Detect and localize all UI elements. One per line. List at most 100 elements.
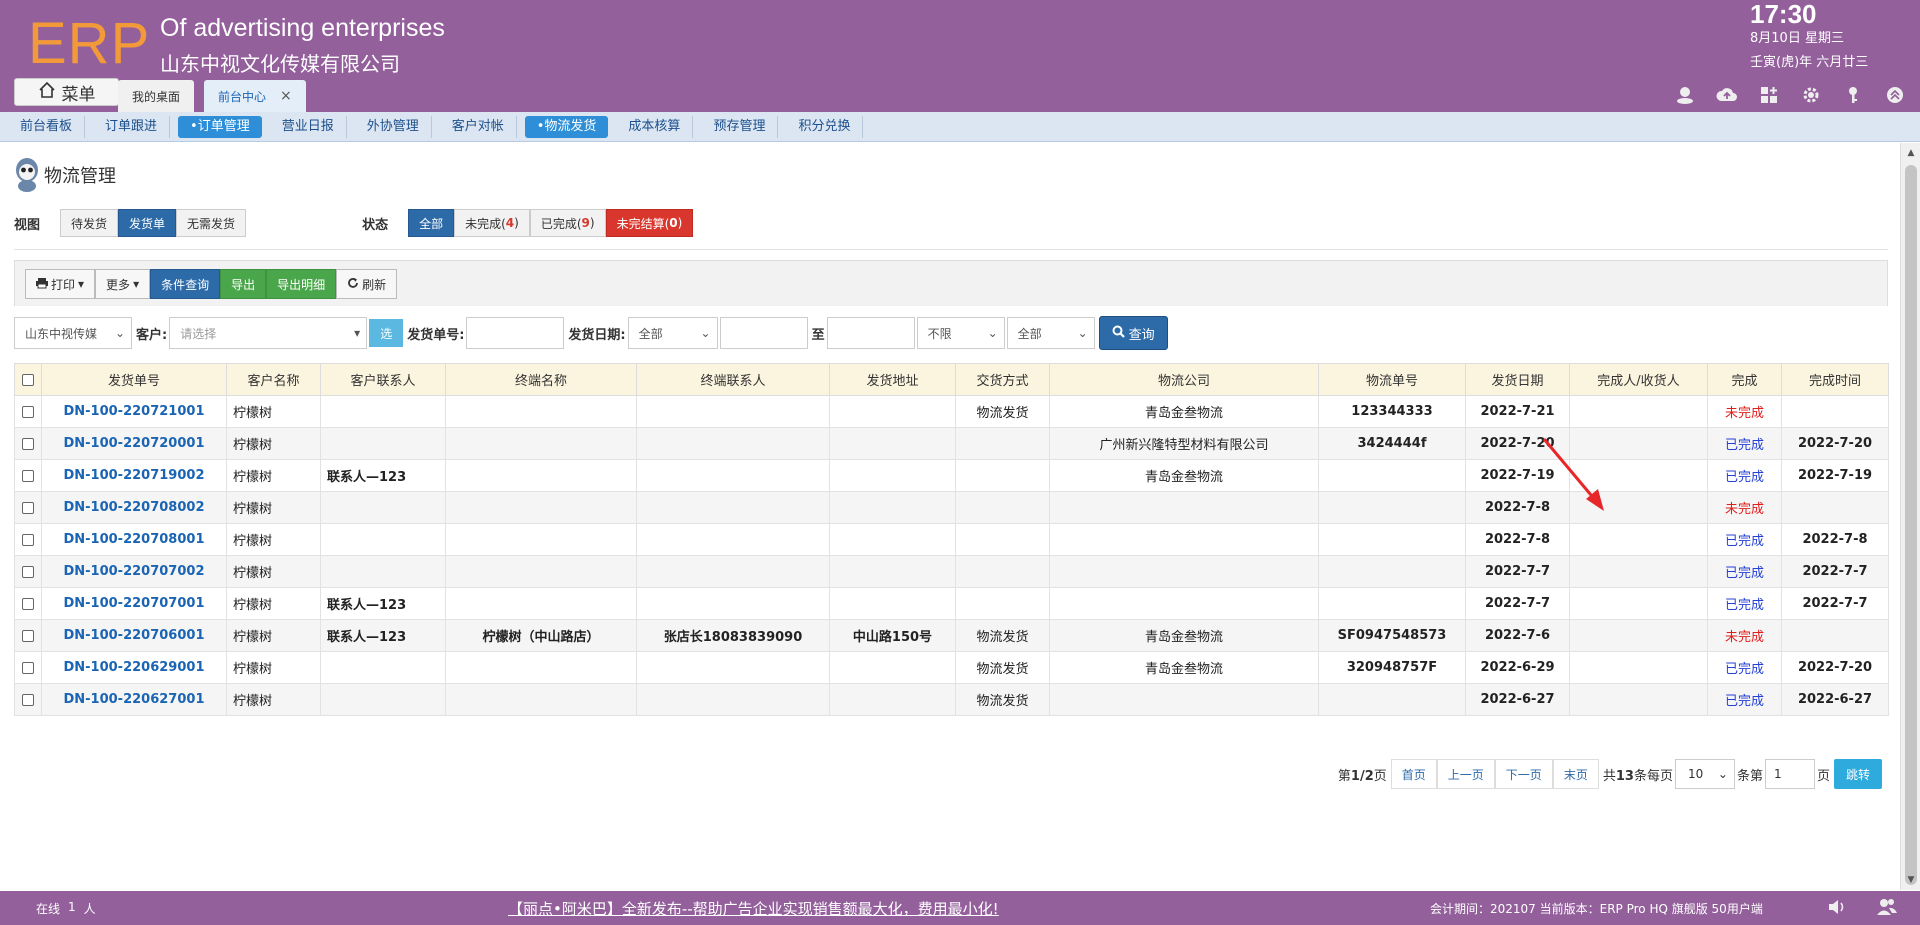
print-button[interactable]: 打印 ▾ [25,269,96,299]
row-checkbox-cell[interactable] [14,587,42,620]
status-unsettled-button[interactable]: 未完结算(0) [605,209,694,237]
row-checkbox-cell[interactable] [14,651,42,684]
column-header[interactable]: 客户联系人 [320,363,446,396]
row-delivery-no[interactable]: DN-100-220629001 [41,651,227,684]
tab-my-desktop[interactable]: 我的桌面 [118,80,195,112]
nav-item-cost[interactable]: 成本核算 [616,115,694,138]
announcement-link[interactable]: 【丽点•阿米巴】全新发布--帮助广告企业实现销售额最大化，费用最小化! [508,898,999,919]
row-checkbox-cell[interactable] [14,523,42,556]
query-button[interactable]: 查询 [1098,316,1168,350]
row-delivery-no[interactable]: DN-100-220721001 [41,395,227,428]
select-all-checkbox[interactable] [14,363,42,396]
checkbox[interactable] [22,437,34,450]
nav-item-daily-report[interactable]: 营业日报 [270,115,347,138]
limit-select[interactable]: 不限 ⌄ [916,317,1005,349]
date-range-select[interactable]: 全部 ⌄ [627,317,718,349]
checkbox[interactable] [22,469,34,482]
column-header[interactable]: 完成时间 [1781,363,1889,396]
checkbox[interactable] [22,501,34,514]
view-pending-button[interactable]: 待发货 [60,209,119,237]
nav-item-logistics[interactable]: •物流发货 [524,115,609,138]
checkbox[interactable] [22,693,34,706]
collapse-icon[interactable] [1884,84,1906,106]
column-header[interactable]: 客户名称 [226,363,321,396]
menu-button[interactable]: 菜单 [14,78,119,106]
row-delivery-no[interactable]: DN-100-220708002 [41,491,227,524]
users-icon[interactable] [1876,896,1898,921]
condition-query-button[interactable]: 条件查询 [150,269,221,299]
row-checkbox-cell[interactable] [14,395,42,428]
checkbox[interactable] [22,373,34,386]
column-header[interactable]: 发货日期 [1465,363,1570,396]
column-header[interactable]: 终端名称 [445,363,637,396]
gear-icon[interactable] [1800,84,1822,106]
table-row[interactable]: DN-100-220629001 柠檬树 物流发货 青岛金叁物流 320948757F 2… [14,651,1889,684]
next-page-button[interactable]: 下一页 [1494,759,1553,789]
key-icon[interactable] [1842,84,1864,106]
checkbox[interactable] [22,533,34,546]
table-row[interactable]: DN-100-220627001 柠檬树 物流发货 2022-6-27 已完成 2022-… [14,683,1889,716]
checkbox[interactable] [22,629,34,642]
close-icon[interactable]: × [280,88,292,104]
prev-page-button[interactable]: 上一页 [1436,759,1495,789]
row-checkbox-cell[interactable] [14,619,42,652]
company-select[interactable]: 山东中视传媒 ⌄ [14,317,132,349]
date-from-input[interactable] [719,317,808,349]
last-page-button[interactable]: 末页 [1552,759,1599,789]
scroll-up-icon[interactable]: ▲ [1901,145,1920,161]
row-delivery-no[interactable]: DN-100-220708001 [41,523,227,556]
column-header[interactable]: 发货地址 [829,363,956,396]
nav-item-order-follow[interactable]: 订单跟进 [93,115,171,138]
row-delivery-no[interactable]: DN-100-220707002 [41,555,227,588]
scope-select[interactable]: 全部 ⌄ [1006,317,1095,349]
view-no-ship-button[interactable]: 无需发货 [176,209,247,237]
column-header[interactable]: 物流公司 [1049,363,1319,396]
scroll-thumb[interactable] [1905,165,1917,885]
column-header[interactable]: 发货单号 [41,363,227,396]
grid-icon[interactable] [1758,84,1780,106]
column-header[interactable]: 终端联系人 [636,363,830,396]
nav-item-order-manage[interactable]: •订单管理 [178,115,262,138]
nav-item-points[interactable]: 积分兑换 [786,115,864,138]
column-header[interactable]: 完成 [1707,363,1782,396]
view-shipped-button[interactable]: 发货单 [118,209,177,237]
export-detail-button[interactable]: 导出明细 [266,269,337,299]
column-header[interactable]: 交货方式 [955,363,1050,396]
vertical-scrollbar[interactable]: ▲ ▼ [1900,143,1920,890]
table-row[interactable]: DN-100-220707001 柠檬树 联系人—123 2022-7-7 已完成 202… [14,587,1889,620]
row-delivery-no[interactable]: DN-100-220720001 [41,427,227,460]
column-header[interactable]: 完成人/收货人 [1569,363,1708,396]
user-icon[interactable] [1674,84,1696,106]
ship-no-input[interactable] [466,317,565,349]
nav-item-board[interactable]: 前台看板 [8,115,86,138]
checkbox[interactable] [22,661,34,674]
row-delivery-no[interactable]: DN-100-220706001 [41,619,227,652]
row-checkbox-cell[interactable] [14,459,42,492]
customer-pick-button[interactable]: 选 [369,319,404,347]
table-row[interactable]: DN-100-220708001 柠檬树 2022-7-8 已完成 2022-7-8 [14,523,1889,556]
date-to-input[interactable] [826,317,915,349]
checkbox[interactable] [22,597,34,610]
refresh-button[interactable]: 刷新 [336,269,398,299]
row-checkbox-cell[interactable] [14,427,42,460]
cloud-icon[interactable] [1716,84,1738,106]
checkbox[interactable] [22,405,34,418]
nav-item-prepaid[interactable]: 预存管理 [701,115,779,138]
more-button[interactable]: 更多 ▾ [95,269,151,299]
tab-front-center[interactable]: 前台中心 × [204,80,306,112]
row-checkbox-cell[interactable] [14,491,42,524]
first-page-button[interactable]: 首页 [1390,759,1437,789]
table-row[interactable]: DN-100-220721001 柠檬树 物流发货 青岛金叁物流 123344333 20… [14,395,1889,428]
row-checkbox-cell[interactable] [14,555,42,588]
nav-item-customer-account[interactable]: 客户对帐 [440,115,517,138]
row-checkbox-cell[interactable] [14,683,42,716]
goto-page-input[interactable]: 1 [1764,759,1815,789]
per-page-select[interactable]: 10 ⌄ [1674,759,1735,789]
export-button[interactable]: 导出 [220,269,267,299]
nav-item-outsourcing[interactable]: 外协管理 [355,115,432,138]
status-incomplete-button[interactable]: 未完成(4) [454,209,530,237]
table-row[interactable]: DN-100-220706001 柠檬树 联系人—123 柠檬树（中山路店） 张店长18… [14,619,1889,652]
scroll-down-icon[interactable]: ▼ [1901,872,1920,888]
goto-button[interactable]: 跳转 [1833,759,1882,789]
column-header[interactable]: 物流单号 [1318,363,1466,396]
